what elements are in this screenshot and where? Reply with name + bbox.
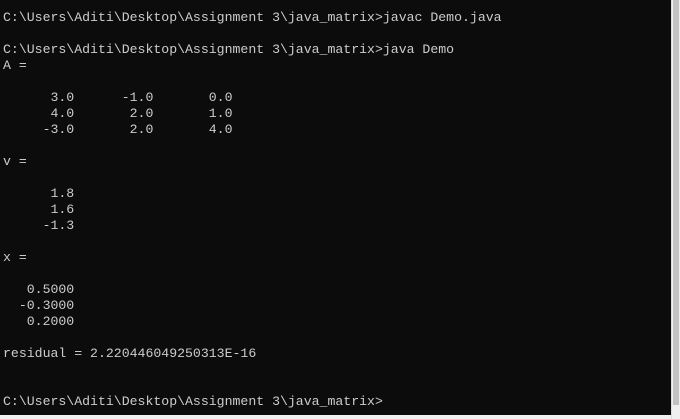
console-line-matrix-a-row: 4.0 2.0 1.0	[3, 106, 233, 121]
console-line-command-javac: C:\Users\Aditi\Desktop\Assignment 3\java…	[3, 10, 502, 25]
console-line-matrix-a-row: 3.0 -1.0 0.0	[3, 90, 233, 105]
console-line-prompt[interactable]: C:\Users\Aditi\Desktop\Assignment 3\java…	[3, 394, 383, 410]
console-line-vector-v-row: 1.8	[3, 186, 75, 201]
console-line-vector-v-row: -1.3	[3, 218, 75, 233]
console-line-vector-x-row: -0.3000	[3, 298, 75, 313]
scrollbar-thumb[interactable]	[673, 0, 679, 405]
console-window[interactable]: C:\Users\Aditi\Desktop\Assignment 3\java…	[0, 0, 671, 419]
console-line-vector-x-row: 0.2000	[3, 314, 75, 329]
console-line-vector-v-row: 1.6	[3, 202, 75, 217]
console-line-command-java: C:\Users\Aditi\Desktop\Assignment 3\java…	[3, 42, 455, 57]
console-line-vector-x-label: x =	[3, 250, 27, 265]
console-line-residual: residual = 2.220446049250313E-16	[3, 346, 257, 361]
console-line-matrix-a-label: A =	[3, 58, 27, 73]
window-bottom-edge	[0, 415, 671, 419]
console-line-vector-v-label: v =	[3, 154, 27, 169]
console-line-matrix-a-row: -3.0 2.0 4.0	[3, 122, 233, 137]
vertical-scrollbar[interactable]	[671, 0, 680, 419]
console-line-vector-x-row: 0.5000	[3, 282, 75, 297]
